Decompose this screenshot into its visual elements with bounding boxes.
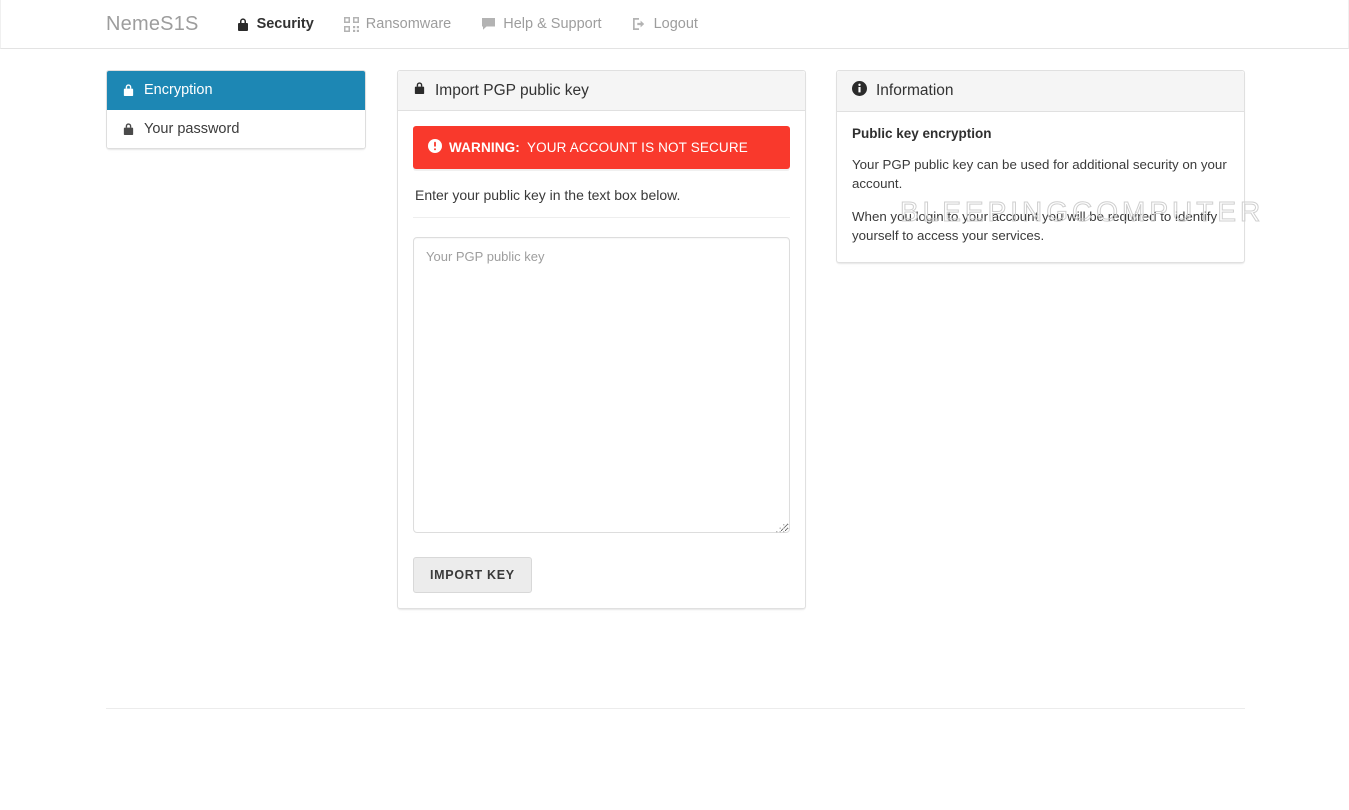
- pgp-key-field-wrapper: [413, 237, 790, 538]
- nav-links: Security Ransomware Help & Support Logou…: [221, 16, 713, 32]
- nav-item-label: Logout: [653, 16, 698, 32]
- info-circle-icon: [852, 81, 867, 101]
- nav-item-help-support[interactable]: Help & Support: [466, 16, 616, 32]
- footer-divider: [106, 708, 1245, 709]
- sidebar-item-your-password[interactable]: Your password: [107, 110, 365, 148]
- sidebar-item-label: Your password: [144, 121, 240, 137]
- brand-logo[interactable]: NemeS1S: [106, 14, 199, 34]
- info-paragraph: Your PGP public key can be used for addi…: [852, 157, 1227, 192]
- sidebar-nav: Encryption Your password: [106, 70, 366, 149]
- nav-item-label: Help & Support: [503, 16, 602, 32]
- sidebar-item-label: Encryption: [144, 82, 213, 98]
- warning-text: YOUR ACCOUNT IS NOT SECURE: [526, 140, 748, 155]
- nav-item-label: Security: [256, 16, 314, 32]
- sign-out-icon: [632, 17, 647, 31]
- nav-item-security[interactable]: Security: [221, 16, 329, 32]
- warning-label: WARNING:: [449, 140, 520, 155]
- panel-title: Import PGP public key: [435, 81, 589, 99]
- pgp-public-key-input[interactable]: [413, 237, 790, 533]
- sidebar-item-encryption[interactable]: Encryption: [107, 71, 365, 110]
- page-background: [0, 50, 1349, 70]
- comment-icon: [481, 17, 496, 31]
- nav-item-ransomware[interactable]: Ransomware: [329, 16, 466, 32]
- security-warning-alert: WARNING: YOUR ACCOUNT IS NOT SECURE: [413, 126, 790, 169]
- panel-title: Information: [876, 82, 954, 99]
- lock-icon: [122, 83, 135, 97]
- information-panel: Information Public key encryption Your P…: [836, 70, 1245, 264]
- information-panel-header: Information: [837, 71, 1244, 112]
- nav-item-logout[interactable]: Logout: [617, 16, 713, 32]
- info-heading: Public key encryption: [852, 126, 992, 141]
- nav-item-label: Ransomware: [365, 16, 452, 32]
- import-pgp-panel-body: WARNING: YOUR ACCOUNT IS NOT SECURE Ente…: [398, 111, 805, 608]
- import-pgp-panel-header: Import PGP public key: [398, 71, 805, 111]
- import-key-button[interactable]: IMPORT KEY: [413, 557, 532, 593]
- qrcode-icon: [343, 16, 359, 32]
- top-navbar: NemeS1S Security Ransomware Help & Suppo…: [0, 0, 1349, 49]
- lock-icon: [122, 122, 135, 136]
- lock-icon: [413, 81, 426, 100]
- helper-text: Enter your public key in the text box be…: [415, 187, 681, 203]
- information-panel-body: Public key encryption Your PGP public ke…: [837, 112, 1244, 262]
- import-pgp-panel: Import PGP public key WARNING: YOUR ACCO…: [397, 70, 806, 609]
- lock-icon: [236, 17, 250, 32]
- divider: [413, 217, 790, 218]
- exclamation-circle-icon: [428, 139, 442, 156]
- info-paragraph: When you login to your account you will …: [852, 208, 1218, 243]
